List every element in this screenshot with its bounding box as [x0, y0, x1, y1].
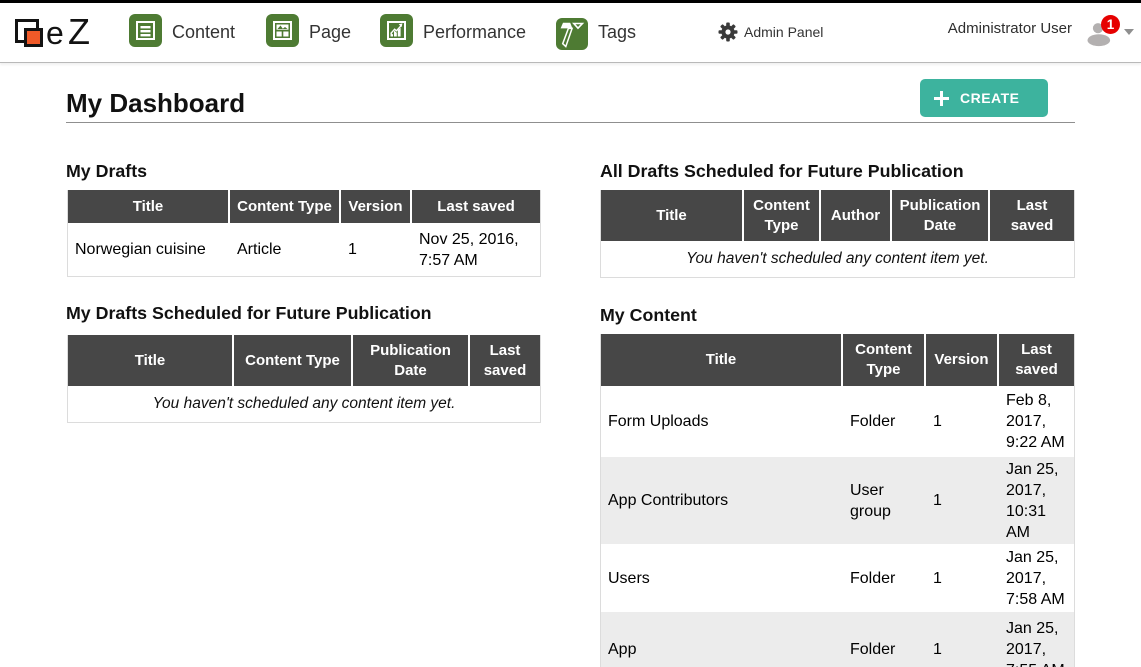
svg-text:1: 1 — [1107, 17, 1115, 32]
